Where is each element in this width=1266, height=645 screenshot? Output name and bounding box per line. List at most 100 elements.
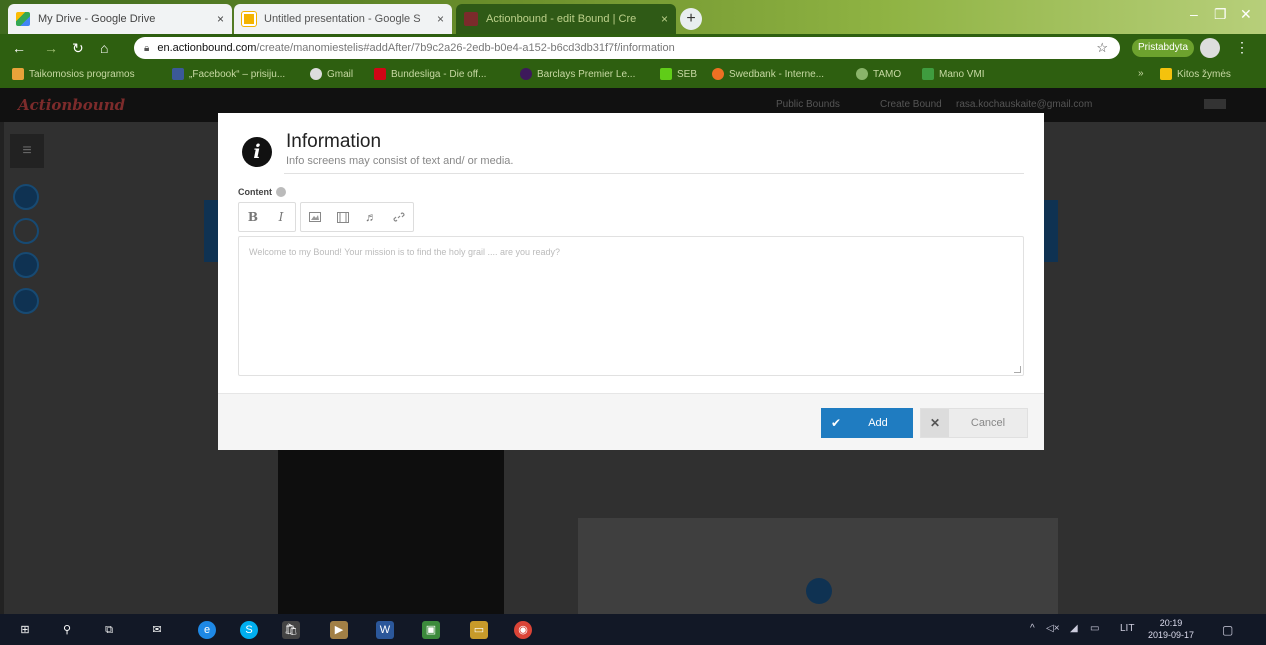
folder-icon xyxy=(1160,68,1172,80)
close-icon: ✕ xyxy=(921,409,949,437)
information-modal: i Information Info screens may consist o… xyxy=(218,113,1044,450)
maximize-icon[interactable]: ❐ xyxy=(1214,6,1227,23)
bookmark-item[interactable]: TAMO xyxy=(856,68,901,80)
add-button[interactable]: ✔ Add xyxy=(821,408,913,438)
home-icon[interactable]: ⌂ xyxy=(100,40,108,56)
bookmark-item[interactable]: Barclays Premier Le... xyxy=(520,68,635,80)
url-input[interactable]: 🔒︎ en.actionbound.com /create/manomieste… xyxy=(134,37,1120,59)
rail-button-2[interactable] xyxy=(13,218,39,244)
info-icon: i xyxy=(242,137,272,167)
checkmark-icon: ✔ xyxy=(830,416,842,430)
edge-icon[interactable]: e xyxy=(198,621,216,639)
resize-handle-icon[interactable] xyxy=(1014,366,1021,373)
window-close-icon[interactable]: ✕ xyxy=(1240,6,1252,23)
divider xyxy=(284,173,1024,174)
italic-button[interactable]: I xyxy=(267,203,295,231)
tab-close-icon[interactable]: × xyxy=(217,12,224,26)
media-player-icon[interactable]: ▶ xyxy=(330,621,348,639)
bookmark-item[interactable]: Bundesliga - Die off... xyxy=(374,68,486,80)
bookmark-item[interactable]: Mano VMI xyxy=(922,68,985,80)
windows-start-icon[interactable]: ⊞ xyxy=(16,621,34,639)
google-slides-icon xyxy=(241,11,257,27)
bookmark-item[interactable]: „Facebook“ – prisiju... xyxy=(172,68,285,80)
media-group: ♬ xyxy=(300,202,414,232)
bookmark-item[interactable]: Swedbank - Interne... xyxy=(712,68,824,80)
new-tab-button[interactable]: + xyxy=(680,8,702,30)
minimize-icon[interactable]: – xyxy=(1190,6,1198,22)
cancel-button[interactable]: ✕ Cancel xyxy=(920,408,1028,438)
modal-header: i Information Info screens may consist o… xyxy=(218,113,1044,183)
other-bookmarks[interactable]: Kitos žymės xyxy=(1160,68,1231,80)
bundesliga-icon xyxy=(374,68,386,80)
bookmark-item[interactable]: Taikomosios programos xyxy=(12,68,135,80)
browser-tab-strip: My Drive - Google Drive × Untitled prese… xyxy=(0,0,1266,34)
help-icon[interactable] xyxy=(276,187,286,197)
mail-icon[interactable]: ✉ xyxy=(148,621,166,639)
profile-status-badge[interactable]: Pristabdyta xyxy=(1132,39,1195,57)
url-domain: en.actionbound.com xyxy=(157,42,257,54)
bg-dark-panel xyxy=(278,450,504,614)
bg-accent-right xyxy=(1044,200,1058,262)
tab-close-icon[interactable]: × xyxy=(437,12,444,26)
notifications-icon[interactable]: ▢ xyxy=(1222,623,1233,637)
tab-actionbound[interactable]: Actionbound - edit Bound | Cre × xyxy=(456,4,676,34)
video-icon[interactable] xyxy=(329,203,357,231)
volume-icon[interactable]: ◁× xyxy=(1046,623,1060,634)
rail-button-4[interactable] xyxy=(13,288,39,314)
bookmarks-bar: Taikomosios programos „Facebook“ – prisi… xyxy=(0,62,1266,88)
file-explorer-icon[interactable]: ▭ xyxy=(470,621,488,639)
wifi-icon[interactable]: ◢ xyxy=(1070,623,1078,634)
forward-icon[interactable]: → xyxy=(44,40,58,56)
bookmark-item[interactable]: Gmail xyxy=(310,68,353,80)
task-view-icon[interactable]: ⧉ xyxy=(100,621,118,639)
windows-taskbar: ⊞ ⚲ ⧉ ✉ e S 🛍︎ ▶ W ▣ ▭ ◉ ^ ◁× ◢ ▭ LIT 20… xyxy=(0,614,1266,645)
clock[interactable]: 20:19 2019-09-17 xyxy=(1148,617,1194,641)
link-icon[interactable] xyxy=(385,203,413,231)
facebook-icon xyxy=(172,68,184,80)
nav-create-bound[interactable]: Create Bound xyxy=(880,99,942,110)
brand-logo[interactable]: Actionbound xyxy=(18,96,125,114)
avatar[interactable] xyxy=(1200,38,1220,58)
tab-google-slides[interactable]: Untitled presentation - Google S × xyxy=(234,4,452,34)
bookmarks-overflow-icon[interactable]: » xyxy=(1138,68,1144,79)
store-icon[interactable]: 🛍︎ xyxy=(282,621,300,639)
apps-icon xyxy=(12,68,24,80)
battery-icon[interactable]: ▭ xyxy=(1090,623,1099,634)
tab-close-icon[interactable]: × xyxy=(661,12,668,26)
back-icon[interactable]: ← xyxy=(12,40,26,56)
tab-title: My Drive - Google Drive xyxy=(38,13,156,25)
chrome-icon[interactable]: ◉ xyxy=(514,621,532,639)
reload-icon[interactable]: ↻ xyxy=(72,40,84,57)
tab-google-drive[interactable]: My Drive - Google Drive × xyxy=(8,4,232,34)
nav-public-bounds[interactable]: Public Bounds xyxy=(776,99,840,110)
language-indicator[interactable]: LIT xyxy=(1120,623,1134,634)
photos-icon[interactable]: ▣ xyxy=(422,621,440,639)
url-path: /create/manomiestelis#addAfter/7b9c2a26-… xyxy=(256,42,675,54)
rail-button-1[interactable] xyxy=(13,184,39,210)
search-icon[interactable]: ⚲ xyxy=(58,621,76,639)
bookmark-star-icon[interactable]: ☆ xyxy=(1096,40,1108,56)
editor-toolbar: B I ♬ xyxy=(238,202,418,232)
skype-icon[interactable]: S xyxy=(240,621,258,639)
bg-accent-left xyxy=(204,200,218,262)
user-email[interactable]: rasa.kochauskaite@gmail.com xyxy=(956,99,1092,110)
content-editor[interactable]: Welcome to my Bound! Your mission is to … xyxy=(238,236,1024,376)
swedbank-icon xyxy=(712,68,724,80)
hamburger-menu-icon[interactable]: ≡ xyxy=(10,134,44,168)
left-rail xyxy=(0,122,4,614)
google-icon xyxy=(310,68,322,80)
bold-button[interactable]: B xyxy=(239,203,267,231)
browser-menu-icon[interactable]: ⋮ xyxy=(1235,39,1249,56)
add-button-label: Add xyxy=(868,417,888,429)
google-drive-icon xyxy=(16,12,30,26)
rail-button-3[interactable] xyxy=(13,252,39,278)
bookmark-item[interactable]: SEB xyxy=(660,68,697,80)
tray-chevron-icon[interactable]: ^ xyxy=(1030,623,1035,634)
audio-icon[interactable]: ♬ xyxy=(357,203,385,231)
flag-icon[interactable] xyxy=(1204,99,1226,109)
cancel-button-label: Cancel xyxy=(970,417,1006,429)
tab-title: Untitled presentation - Google S xyxy=(264,13,421,25)
word-icon[interactable]: W xyxy=(376,621,394,639)
address-bar-row: ← → ↻ ⌂ 🔒︎ en.actionbound.com /create/ma… xyxy=(0,34,1266,62)
image-icon[interactable] xyxy=(301,203,329,231)
